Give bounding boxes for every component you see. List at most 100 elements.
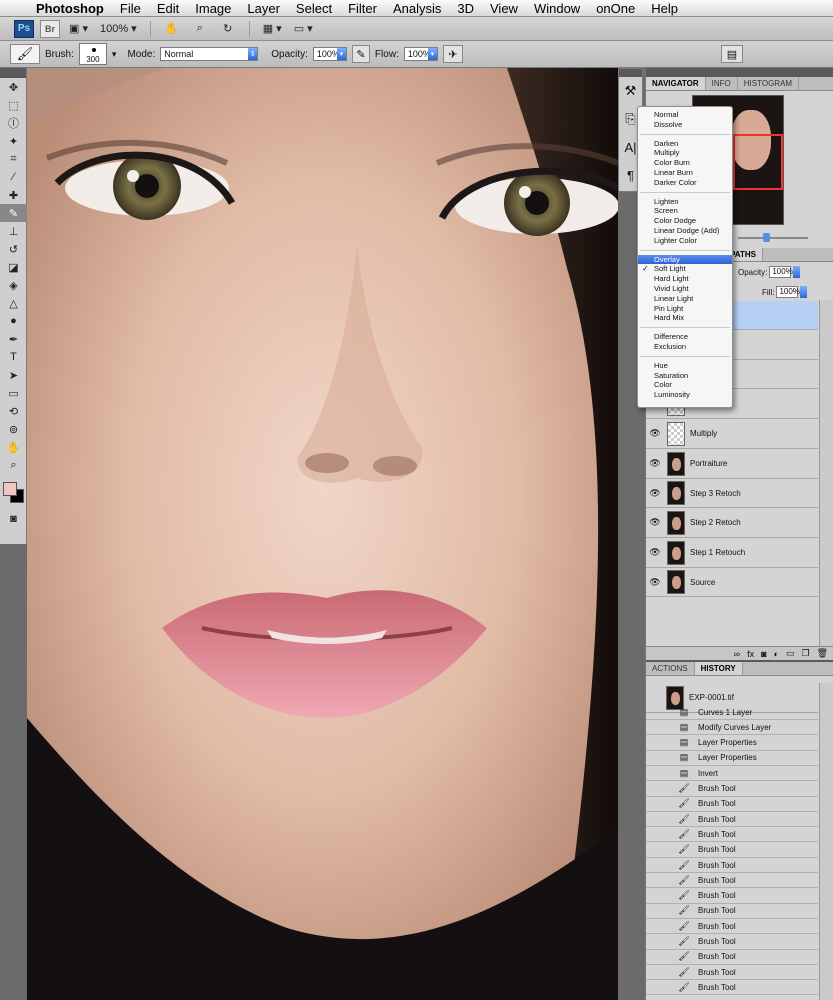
blend-mode-option[interactable]: Lighten — [638, 197, 732, 207]
blend-mode-option[interactable]: Color — [638, 380, 732, 390]
history-item[interactable]: 🖌 Brush Tool — [646, 965, 818, 981]
layer-row[interactable]: 👁 Portraiture — [646, 449, 818, 479]
history-item[interactable]: 🖌 Brush Tool — [646, 782, 818, 797]
history-item[interactable]: 🖌 Brush Tool — [646, 950, 818, 965]
zoom-slider[interactable] — [738, 237, 808, 239]
blend-mode-option[interactable]: Hard Mix — [638, 313, 732, 323]
history-source-checkbox[interactable] — [650, 767, 662, 779]
blend-mode-option[interactable]: Screen — [638, 206, 732, 216]
blend-mode-option[interactable]: Overlay — [638, 254, 732, 265]
rotate-view-button[interactable]: ↻ — [217, 20, 239, 38]
arrange-documents-button[interactable]: ▦ ▾ — [260, 20, 285, 38]
blend-mode-option[interactable]: Difference — [638, 332, 732, 342]
pen-icon[interactable]: ✒ — [0, 330, 27, 348]
opacity-field[interactable]: 100% ▾ — [312, 47, 347, 61]
blend-mode-option[interactable]: Color Dodge — [638, 216, 732, 226]
eye-icon[interactable]: 👁 — [646, 577, 664, 588]
layers-scrollbar[interactable] — [819, 300, 833, 646]
layer-fill-field[interactable]: 100% — [776, 286, 800, 298]
history-item[interactable]: 🖌 Brush Tool — [646, 812, 818, 828]
bridge-button[interactable]: Br — [40, 19, 60, 38]
eraser-icon[interactable]: ◪ — [0, 258, 27, 276]
fx-icon[interactable]: fx — [747, 649, 754, 659]
lasso-icon[interactable]: ⓛ — [0, 114, 27, 132]
flow-field[interactable]: 100% ▾ — [403, 47, 438, 61]
crop-icon[interactable]: ⌗ — [0, 150, 27, 168]
history-item[interactable]: 🖌 Brush Tool — [646, 935, 818, 950]
history-item[interactable]: 🖌 Brush Tool — [646, 873, 818, 889]
chevron-down-icon[interactable]: ▾ — [112, 49, 117, 60]
history-item[interactable]: 🖌 Brush Tool — [646, 904, 818, 919]
clone-stamp-icon[interactable]: ⊥ — [0, 222, 27, 240]
blend-mode-option[interactable]: Exclusion — [638, 342, 732, 352]
trash-icon[interactable]: 🗑 — [817, 648, 828, 659]
menu-filter[interactable]: Filter — [340, 0, 385, 17]
history-source-checkbox[interactable] — [650, 798, 662, 810]
chevron-down-icon[interactable] — [793, 266, 801, 278]
path-selection-icon[interactable]: ➤ — [0, 366, 27, 384]
dodge-icon[interactable]: ● — [0, 312, 27, 330]
layer-row[interactable]: 👁 Step 1 Retouch — [646, 538, 818, 568]
panel-grip[interactable] — [646, 68, 833, 77]
menu-select[interactable]: Select — [288, 0, 340, 17]
history-source-checkbox[interactable] — [650, 783, 662, 795]
layer-row[interactable]: 👁 Step 3 Retoch — [646, 479, 818, 509]
zoom-tool-button[interactable]: ⌕ — [189, 20, 211, 38]
paint-bucket-icon[interactable]: ◈ — [0, 276, 27, 294]
blend-mode-option[interactable]: Linear Light — [638, 294, 732, 304]
history-item[interactable]: 🖌 Brush Tool — [646, 843, 818, 858]
menu-view[interactable]: View — [482, 0, 526, 17]
history-source-checkbox[interactable] — [650, 951, 662, 963]
blend-mode-option[interactable]: ✓ Soft Light — [638, 264, 732, 274]
hand-tool-button[interactable]: ✋ — [161, 20, 183, 38]
blend-mode-option[interactable]: Normal — [638, 110, 732, 120]
history-item[interactable]: ▤ Layer Properties — [646, 751, 818, 766]
menu-window[interactable]: Window — [526, 0, 588, 17]
eye-icon[interactable]: 👁 — [646, 458, 664, 469]
eye-icon[interactable]: 👁 — [646, 488, 664, 499]
blend-mode-option[interactable]: Pin Light — [638, 304, 732, 314]
history-scrollbar[interactable] — [819, 683, 833, 1000]
menu-analysis[interactable]: Analysis — [385, 0, 449, 17]
history-source-checkbox[interactable] — [650, 737, 662, 749]
history-item[interactable]: 🖌 Brush Tool — [646, 858, 818, 873]
foreground-color-swatch[interactable] — [3, 482, 17, 496]
history-source-checkbox[interactable] — [650, 706, 662, 718]
brush-icon[interactable]: ✎ — [0, 204, 27, 222]
tab-navigator[interactable]: NAVIGATOR — [646, 77, 706, 90]
tool-preset-picker[interactable]: 🖌 — [10, 44, 40, 64]
brush-preset-picker[interactable]: 300 — [78, 43, 107, 65]
blend-mode-option[interactable]: Darken — [638, 139, 732, 149]
extras-button[interactable]: ▣ ▾ — [66, 20, 91, 38]
menu-layer[interactable]: Layer — [239, 0, 288, 17]
new-layer-icon[interactable]: ❐ — [801, 648, 809, 659]
folder-icon[interactable]: ▭ — [786, 648, 795, 659]
blend-mode-option[interactable]: Lighter Color — [638, 236, 732, 246]
history-item[interactable]: 🖌 Brush Tool — [646, 919, 818, 935]
eye-icon[interactable]: 👁 — [646, 547, 664, 558]
menu-3d[interactable]: 3D — [449, 0, 482, 17]
3d-rotate-icon[interactable]: ⟲ — [0, 402, 27, 420]
blend-mode-option[interactable]: Saturation — [638, 371, 732, 381]
tab-actions[interactable]: ACTIONS — [646, 662, 695, 675]
blend-mode-option[interactable]: Hard Light — [638, 274, 732, 284]
zoom-slider-handle[interactable] — [763, 233, 770, 242]
chevron-down-icon[interactable] — [800, 286, 808, 298]
history-source-checkbox[interactable] — [650, 874, 662, 886]
3d-orbit-icon[interactable]: ⊚ — [0, 420, 27, 438]
tab-history[interactable]: HISTORY — [694, 662, 743, 675]
history-source-checkbox[interactable] — [650, 936, 662, 948]
panel-grip[interactable] — [619, 69, 642, 77]
menu-file[interactable]: File — [112, 0, 149, 17]
layer-opacity-field[interactable]: 100% — [769, 266, 793, 278]
history-source-checkbox[interactable] — [650, 813, 662, 825]
tool-presets-icon[interactable]: ⚒ — [619, 77, 642, 105]
history-source-checkbox[interactable] — [650, 859, 662, 871]
history-item[interactable]: 🖌 Brush Tool — [646, 797, 818, 812]
history-source-checkbox[interactable] — [650, 828, 662, 840]
blend-mode-option[interactable]: Hue — [638, 361, 732, 371]
eyedropper-icon[interactable]: ⁄ — [0, 168, 27, 186]
history-item[interactable]: ▤ Layer Properties — [646, 736, 818, 751]
history-brush-icon[interactable]: ↺ — [0, 240, 27, 258]
history-item[interactable]: 🖌 Brush Tool — [646, 827, 818, 843]
